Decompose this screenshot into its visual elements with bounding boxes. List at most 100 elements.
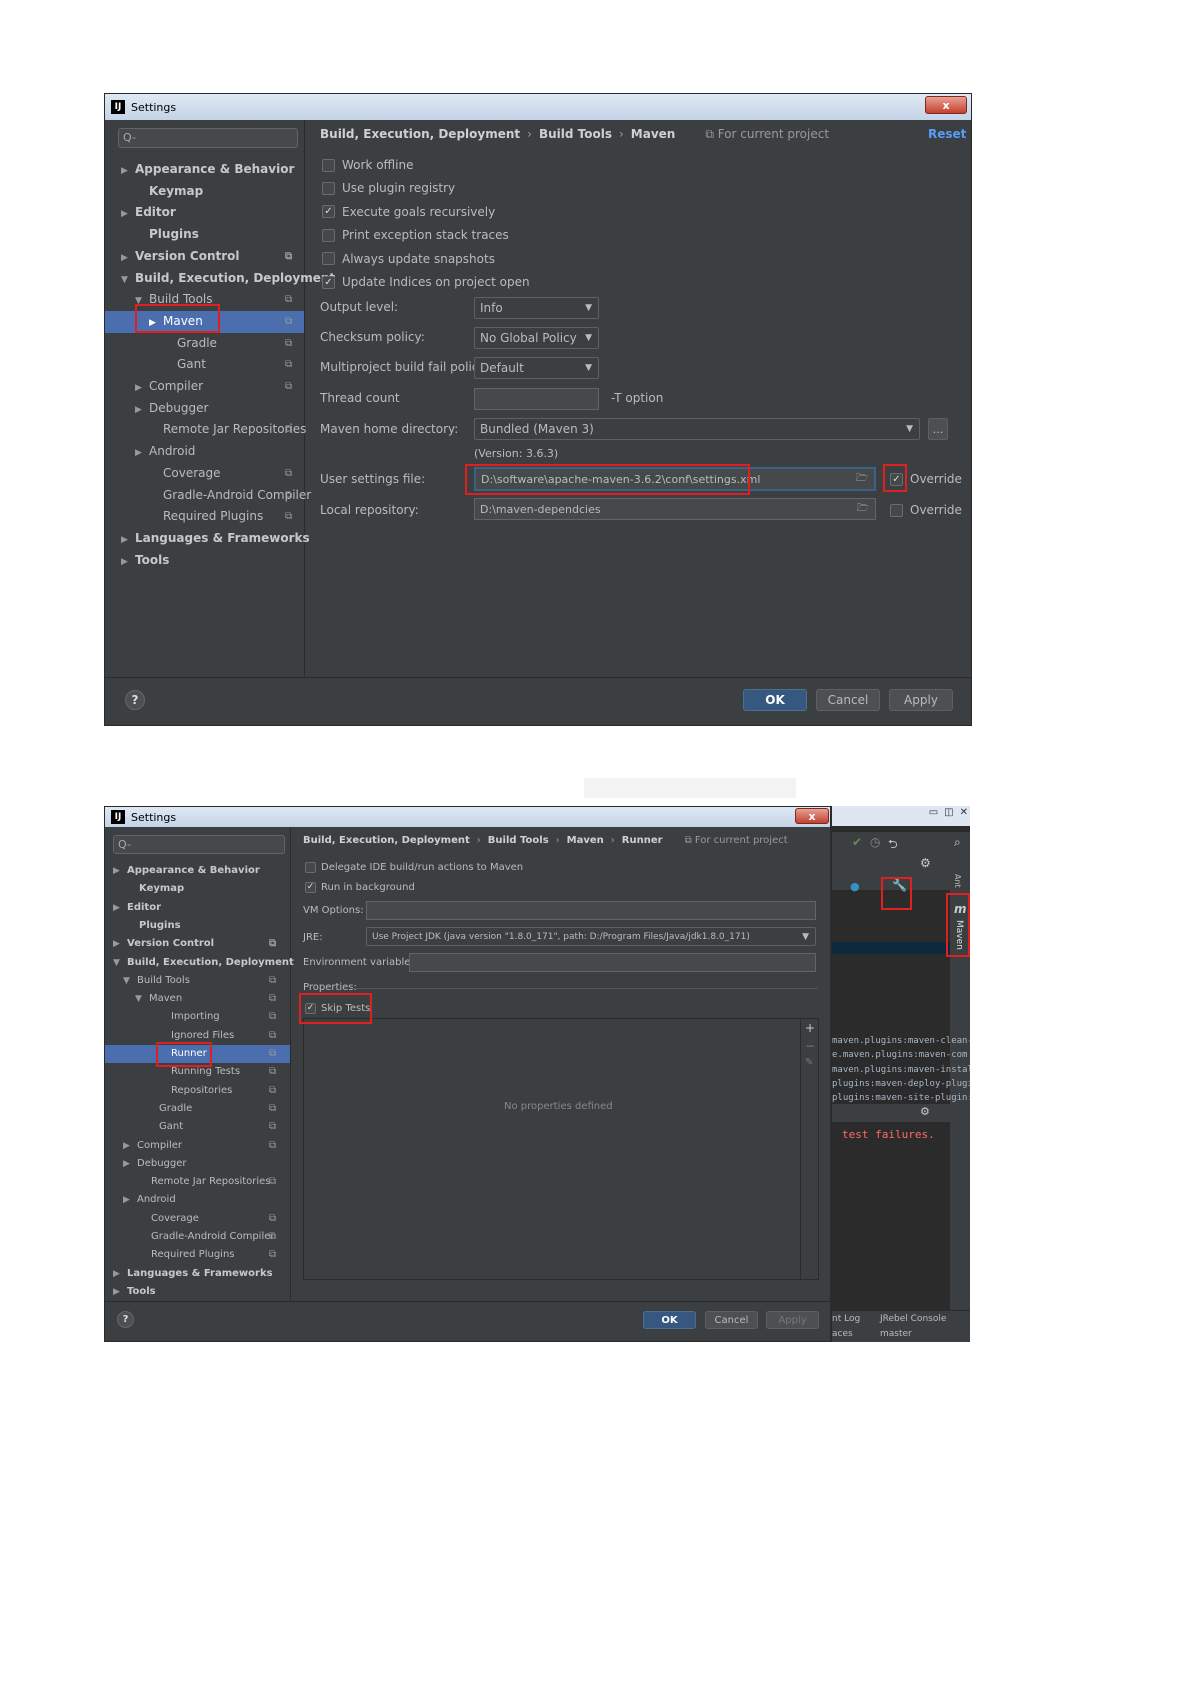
chevron-right-icon[interactable]: ▶ bbox=[113, 899, 127, 917]
jrebel-console-tab[interactable]: JRebel Console bbox=[880, 1314, 946, 1324]
apply-button[interactable]: Apply bbox=[766, 1311, 819, 1329]
tree-item[interactable]: Importing ⧉ bbox=[105, 1008, 290, 1026]
help-button[interactable]: ? bbox=[125, 690, 145, 710]
add-icon[interactable]: ● bbox=[850, 880, 860, 893]
tree-item[interactable]: ▶ Languages & Frameworks bbox=[105, 1265, 290, 1283]
tree-item[interactable]: Gradle ⧉ bbox=[105, 333, 304, 355]
checkbox-unchecked-icon[interactable] bbox=[322, 158, 335, 172]
tree-item[interactable]: Gradle-Android Compiler ⧉ bbox=[105, 485, 311, 507]
chevron-right-icon[interactable]: ▶ bbox=[123, 1191, 137, 1209]
checkbox-unchecked-icon[interactable] bbox=[890, 503, 903, 517]
tree-item[interactable]: ▶ Version Control ⧉ bbox=[105, 246, 304, 268]
jre-select[interactable]: Use Project JDK (java version "1.8.0_171… bbox=[366, 927, 816, 946]
run-in-background-checkbox[interactable]: ✓ Run in background bbox=[305, 882, 415, 893]
user-settings-file-input[interactable]: D:\software\apache-maven-3.6.2\conf\sett… bbox=[474, 467, 876, 491]
tree-item[interactable]: ▶ Debugger bbox=[105, 398, 304, 420]
checkbox-unchecked-icon[interactable] bbox=[305, 862, 316, 873]
chevron-right-icon[interactable]: ▶ bbox=[149, 313, 163, 335]
close-button[interactable]: x bbox=[925, 96, 967, 114]
tree-item[interactable]: Gant ⧉ bbox=[105, 1118, 290, 1136]
output-level-select[interactable]: Info ▼ bbox=[474, 297, 599, 319]
tree-item[interactable]: Required Plugins ⧉ bbox=[105, 1246, 290, 1264]
local-repository-input[interactable]: D:\maven-dependcies 🗁 bbox=[474, 498, 876, 520]
cancel-button[interactable]: Cancel bbox=[705, 1311, 758, 1329]
maven-tab[interactable]: Maven bbox=[954, 920, 964, 950]
checkbox-checked-icon[interactable]: ✓ bbox=[305, 1003, 316, 1014]
tree-item[interactable]: Plugins bbox=[105, 917, 290, 935]
tree-item[interactable]: ▶ Tools bbox=[105, 1283, 290, 1301]
tree-item[interactable]: ▶ Version Control ⧉ bbox=[105, 935, 290, 953]
multiproject-policy-select[interactable]: Default ▼ bbox=[474, 357, 599, 379]
tree-item[interactable]: Gradle-Android Compiler ⧉ bbox=[105, 1228, 290, 1246]
tree-item[interactable]: Remote Jar Repositories ⧉ bbox=[105, 419, 306, 441]
close-icon[interactable]: ✕ bbox=[960, 807, 968, 823]
tree-item[interactable]: ▶ Maven ⧉ bbox=[105, 310, 304, 335]
folder-icon[interactable]: 🗁 bbox=[857, 501, 869, 518]
tree-item[interactable]: ▶ Debugger bbox=[105, 1155, 290, 1173]
close-button[interactable]: x bbox=[795, 808, 829, 824]
plugin-line[interactable]: plugins:maven-site-plugin:3.3 bbox=[832, 1093, 970, 1103]
properties-table[interactable]: No properties defined + − ✎ bbox=[303, 1018, 819, 1280]
tree-item[interactable]: ▼ Maven ⧉ bbox=[105, 990, 290, 1008]
tree-item[interactable]: Keymap bbox=[105, 181, 304, 203]
minimize-icon[interactable]: ▭ bbox=[929, 807, 938, 823]
ide-window-controls[interactable]: ▭ ◫ ✕ bbox=[892, 807, 968, 823]
gear-icon[interactable]: ⚙ bbox=[920, 1105, 930, 1118]
user-settings-override-checkbox[interactable]: ✓ Override bbox=[890, 472, 962, 486]
cancel-button[interactable]: Cancel bbox=[816, 689, 880, 711]
chevron-right-icon[interactable]: ▶ bbox=[113, 935, 127, 953]
plugin-line[interactable]: e.maven.plugins:maven-com bbox=[832, 1050, 967, 1060]
tree-item[interactable]: ▶ Compiler ⧉ bbox=[105, 1137, 290, 1155]
git-branch[interactable]: master bbox=[880, 1329, 912, 1339]
ok-button[interactable]: OK bbox=[643, 1311, 696, 1329]
tree-item[interactable]: Keymap bbox=[105, 880, 290, 898]
event-log-tab[interactable]: nt Log bbox=[832, 1314, 860, 1324]
tree-item[interactable]: Plugins bbox=[105, 224, 304, 246]
tree-item[interactable]: ▶ Android bbox=[105, 441, 304, 463]
option-checkbox[interactable]: Use plugin registry bbox=[322, 181, 455, 195]
chevron-right-icon[interactable]: ▶ bbox=[113, 1265, 127, 1283]
option-checkbox[interactable]: ✓ Update Indices on project open bbox=[322, 275, 530, 289]
skip-tests-checkbox[interactable]: ✓ Skip Tests bbox=[305, 1003, 370, 1014]
tree-item[interactable]: ▼ Build, Execution, Deployment bbox=[105, 268, 335, 290]
checksum-policy-select[interactable]: No Global Policy ▼ bbox=[474, 327, 599, 349]
chevron-right-icon[interactable]: ▶ bbox=[135, 400, 149, 422]
checkbox-unchecked-icon[interactable] bbox=[322, 181, 335, 195]
reset-link[interactable]: Reset bbox=[928, 127, 966, 141]
maven-home-select[interactable]: Bundled (Maven 3) ▼ bbox=[474, 418, 920, 440]
vm-options-input[interactable] bbox=[366, 901, 816, 920]
help-button[interactable]: ? bbox=[117, 1311, 134, 1328]
undo-icon[interactable]: ⮌ bbox=[888, 835, 898, 856]
checkbox-checked-icon[interactable]: ✓ bbox=[890, 472, 903, 486]
option-checkbox[interactable]: Work offline bbox=[322, 158, 413, 172]
tree-item[interactable]: Runner ⧉ bbox=[105, 1045, 290, 1064]
tree-item[interactable]: ▶ Android bbox=[105, 1191, 290, 1209]
chevron-right-icon[interactable]: ▶ bbox=[135, 443, 149, 465]
chevron-down-icon[interactable]: ▼ bbox=[123, 972, 137, 990]
settings-search-input[interactable]: Q- bbox=[118, 128, 298, 148]
option-checkbox[interactable]: ✓ Execute goals recursively bbox=[322, 205, 495, 219]
tree-item[interactable]: ▶ Appearance & Behavior bbox=[105, 862, 290, 880]
ok-button[interactable]: OK bbox=[743, 689, 807, 711]
tree-item[interactable]: Gradle ⧉ bbox=[105, 1100, 290, 1118]
checkbox-unchecked-icon[interactable] bbox=[322, 252, 335, 266]
tree-item[interactable]: ▼ Build Tools ⧉ bbox=[105, 972, 290, 990]
remove-icon[interactable]: − bbox=[805, 1039, 815, 1053]
chevron-right-icon[interactable]: ▶ bbox=[113, 862, 127, 880]
plugin-line[interactable]: maven.plugins:maven-install- bbox=[832, 1065, 970, 1075]
checkbox-unchecked-icon[interactable] bbox=[322, 228, 335, 242]
chevron-right-icon[interactable]: ▶ bbox=[121, 552, 135, 574]
settings-search-input[interactable]: Q- bbox=[113, 835, 285, 854]
tree-item[interactable]: ▼ Build, Execution, Deployment bbox=[105, 954, 294, 972]
folder-icon[interactable]: 🗁 bbox=[856, 471, 868, 488]
add-icon[interactable]: + bbox=[805, 1021, 815, 1035]
ant-tab[interactable]: Ant bbox=[953, 874, 962, 888]
edit-icon[interactable]: ✎ bbox=[805, 1057, 813, 1068]
chevron-right-icon[interactable]: ▶ bbox=[123, 1155, 137, 1173]
apply-button[interactable]: Apply bbox=[889, 689, 953, 711]
title-bar[interactable]: IJ Settings x bbox=[105, 807, 830, 827]
chevron-right-icon[interactable]: ▶ bbox=[135, 378, 149, 400]
tree-item[interactable]: Repositories ⧉ bbox=[105, 1082, 290, 1100]
tree-item[interactable]: Coverage ⧉ bbox=[105, 463, 304, 485]
tree-item[interactable]: Ignored Files ⧉ bbox=[105, 1027, 290, 1045]
